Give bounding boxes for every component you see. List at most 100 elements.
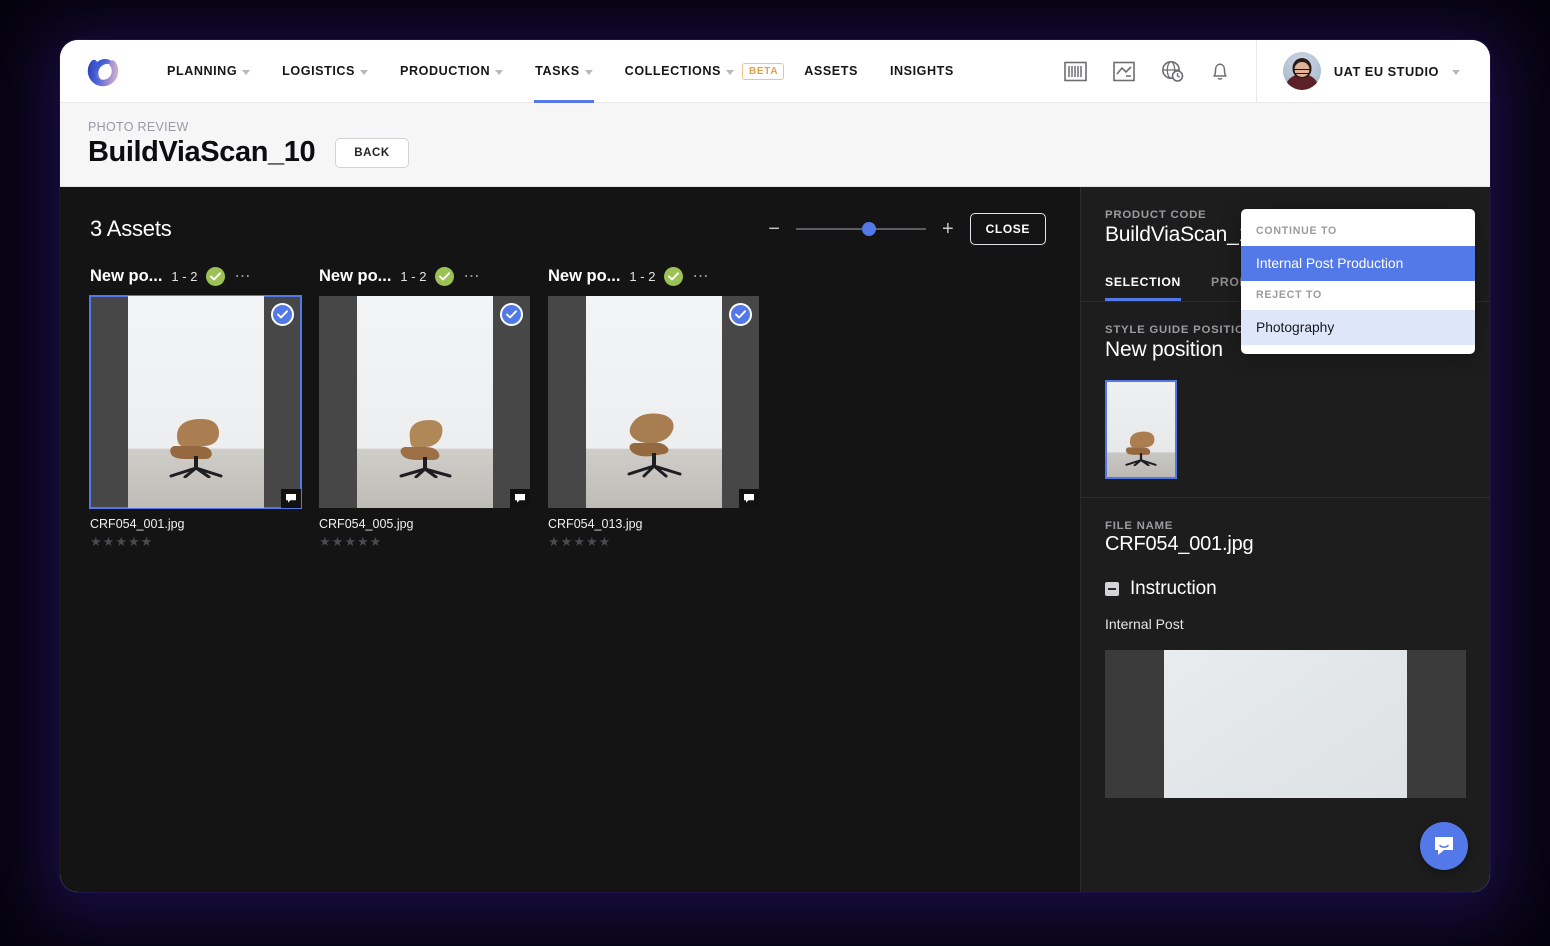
app-window: PLANNING LOGISTICS PRODUCTION TASKS COLL… (60, 40, 1490, 892)
asset-thumbnail[interactable] (319, 296, 530, 508)
zoom-out-button[interactable]: − (768, 219, 780, 239)
tab-selection[interactable]: SELECTION (1105, 275, 1182, 301)
asset-position-label: New po... (548, 267, 621, 285)
star-icon[interactable]: ★ (573, 535, 585, 548)
star-icon[interactable]: ★ (586, 535, 598, 548)
star-icon[interactable]: ★ (319, 535, 331, 548)
nav-label: TASKS (535, 64, 580, 78)
nav-item-insights[interactable]: INSIGHTS (874, 40, 970, 103)
asset-range-label: 1 - 2 (171, 269, 198, 284)
chevron-down-icon (1452, 69, 1460, 75)
zoom-slider[interactable] (795, 222, 926, 236)
collapse-minus-icon[interactable] (1105, 582, 1119, 596)
nav-item-production[interactable]: PRODUCTION (384, 40, 519, 103)
asset-card-header: New po... 1 - 2 ⋯ (548, 267, 759, 286)
star-icon[interactable]: ★ (370, 535, 382, 548)
file-name-value: CRF054_001.jpg (1105, 533, 1254, 555)
chat-bubble-icon (1435, 837, 1453, 855)
asset-thumbnail[interactable] (548, 296, 759, 508)
comment-icon[interactable] (281, 489, 301, 508)
file-info-section: FILE NAME CRF054_001.jpg Instruction Int… (1081, 498, 1490, 816)
zoom-in-button[interactable]: + (942, 219, 954, 239)
user-name: UAT EU STUDIO (1333, 63, 1439, 79)
asset-grid: New po... 1 - 2 ⋯ CRF054_001.jpg ★ ★ ★ ★… (60, 245, 1080, 548)
nav-items: PLANNING LOGISTICS PRODUCTION TASKS COLL… (151, 40, 970, 103)
instruction-title: Instruction (1130, 578, 1217, 599)
nav-icon-group (1064, 60, 1256, 83)
star-icon[interactable]: ★ (357, 535, 369, 548)
comment-icon[interactable] (739, 489, 759, 508)
dropdown-option-photography[interactable]: Photography (1241, 310, 1475, 345)
comment-icon[interactable] (510, 489, 530, 508)
title-block: PHOTO REVIEW BuildViaScan_10 BACK (88, 120, 409, 169)
asset-thumbnail[interactable] (89, 295, 302, 509)
asset-photo (585, 296, 722, 508)
chevron-down-icon (584, 69, 593, 75)
bell-icon[interactable] (1210, 60, 1230, 82)
instruction-text: Internal Post (1105, 616, 1184, 632)
c-logo-icon[interactable] (83, 51, 123, 91)
asset-rating-stars[interactable]: ★ ★ ★ ★ ★ (548, 535, 759, 548)
star-icon[interactable]: ★ (115, 535, 127, 548)
star-icon[interactable]: ★ (128, 535, 140, 548)
chat-support-button[interactable] (1420, 822, 1468, 870)
nav-item-planning[interactable]: PLANNING (151, 40, 266, 103)
asset-more-options-icon[interactable]: ⋯ (692, 269, 710, 284)
top-navigation-bar: PLANNING LOGISTICS PRODUCTION TASKS COLL… (60, 40, 1490, 103)
nav-item-tasks[interactable]: TASKS (519, 40, 609, 103)
zoom-controls: − + CLOSE (768, 213, 1050, 245)
assets-header: 3 Assets − + CLOSE (60, 187, 1080, 245)
product-code-value: BuildViaScan_10 (1105, 223, 1262, 246)
chair-illustration (627, 413, 681, 478)
asset-selected-check-icon[interactable] (729, 303, 752, 326)
asset-more-options-icon[interactable]: ⋯ (463, 269, 481, 284)
sunset-chart-icon[interactable] (1113, 61, 1135, 82)
approved-check-icon (435, 267, 455, 286)
asset-more-options-icon[interactable]: ⋯ (234, 269, 252, 284)
star-icon[interactable]: ★ (103, 535, 115, 548)
barcode-icon[interactable] (1064, 61, 1087, 82)
zoom-slider-track (795, 228, 926, 230)
asset-selected-check-icon[interactable] (500, 303, 523, 326)
nav-item-collections[interactable]: COLLECTIONS (609, 40, 750, 103)
star-icon[interactable]: ★ (599, 535, 611, 548)
chair-illustration (399, 420, 451, 479)
nav-label: PRODUCTION (400, 64, 491, 78)
asset-card: New po... 1 - 2 ⋯ (319, 267, 530, 548)
nav-label: INSIGHTS (889, 64, 954, 78)
star-icon[interactable]: ★ (548, 535, 560, 548)
chevron-down-icon (725, 69, 734, 75)
page-title: BuildViaScan_10 (88, 136, 316, 168)
nav-item-logistics[interactable]: LOGISTICS (266, 40, 384, 103)
style-guide-thumbnail[interactable] (1105, 380, 1177, 479)
star-icon[interactable]: ★ (344, 535, 356, 548)
nav-item-assets[interactable]: ASSETS (788, 40, 874, 103)
asset-range-label: 1 - 2 (400, 269, 427, 284)
user-menu[interactable]: UAT EU STUDIO (1257, 40, 1490, 103)
asset-rating-stars[interactable]: ★ ★ ★ ★ ★ (319, 535, 530, 548)
dropdown-group-continue-label: CONTINUE TO (1256, 225, 1338, 237)
asset-filename: CRF054_001.jpg (90, 517, 185, 531)
asset-selected-check-icon[interactable] (271, 303, 294, 326)
asset-card: New po... 1 - 2 ⋯ (89, 267, 302, 548)
page-kicker: PHOTO REVIEW (88, 120, 189, 134)
globe-clock-icon[interactable] (1161, 60, 1184, 83)
approved-check-icon (664, 267, 684, 286)
dropdown-option-internal-post-production[interactable]: Internal Post Production (1241, 246, 1475, 281)
back-button[interactable]: BACK (335, 137, 409, 168)
asset-range-label: 1 - 2 (629, 269, 656, 284)
asset-rating-stars[interactable]: ★ ★ ★ ★ ★ (90, 535, 301, 548)
asset-card-header: New po... 1 - 2 ⋯ (90, 267, 301, 286)
nav-label: COLLECTIONS (624, 64, 721, 78)
star-icon[interactable]: ★ (90, 535, 102, 548)
close-button[interactable]: CLOSE (969, 213, 1046, 245)
asset-photo (127, 296, 264, 508)
chevron-down-icon (242, 69, 251, 75)
star-icon[interactable]: ★ (332, 535, 344, 548)
instruction-collapse-toggle[interactable]: Instruction (1105, 578, 1466, 600)
star-icon[interactable]: ★ (141, 535, 153, 548)
zoom-slider-handle[interactable] (861, 222, 876, 236)
instruction-image[interactable] (1105, 650, 1466, 798)
star-icon[interactable]: ★ (561, 535, 573, 548)
chair-illustration (1125, 431, 1157, 466)
